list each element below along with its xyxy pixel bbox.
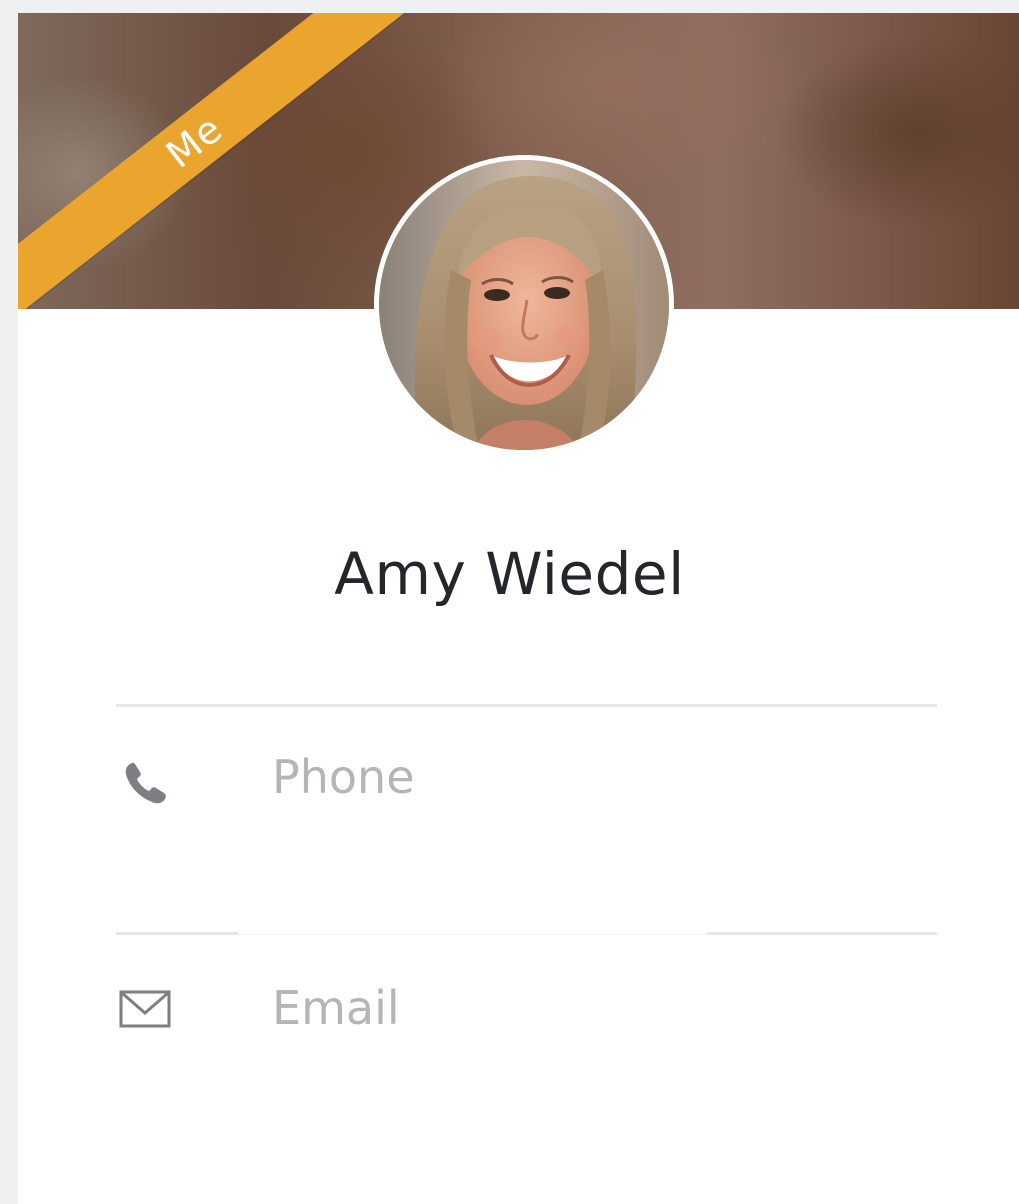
phone-field-label[interactable]: Phone <box>272 750 415 804</box>
avatar[interactable] <box>374 155 674 455</box>
profile-name: Amy Wiedel <box>334 540 685 608</box>
profile-card: Me Amy Wiedel Phone Email <box>18 13 1019 1204</box>
avatar-image <box>379 160 669 450</box>
divider-middle-right <box>707 932 937 935</box>
divider-middle-center <box>238 934 707 935</box>
me-badge-label: Me <box>157 106 231 177</box>
divider-middle-left <box>116 932 238 935</box>
envelope-icon <box>119 989 171 1029</box>
email-field-label[interactable]: Email <box>272 981 400 1035</box>
phone-icon <box>122 759 170 807</box>
divider-top <box>116 704 937 707</box>
